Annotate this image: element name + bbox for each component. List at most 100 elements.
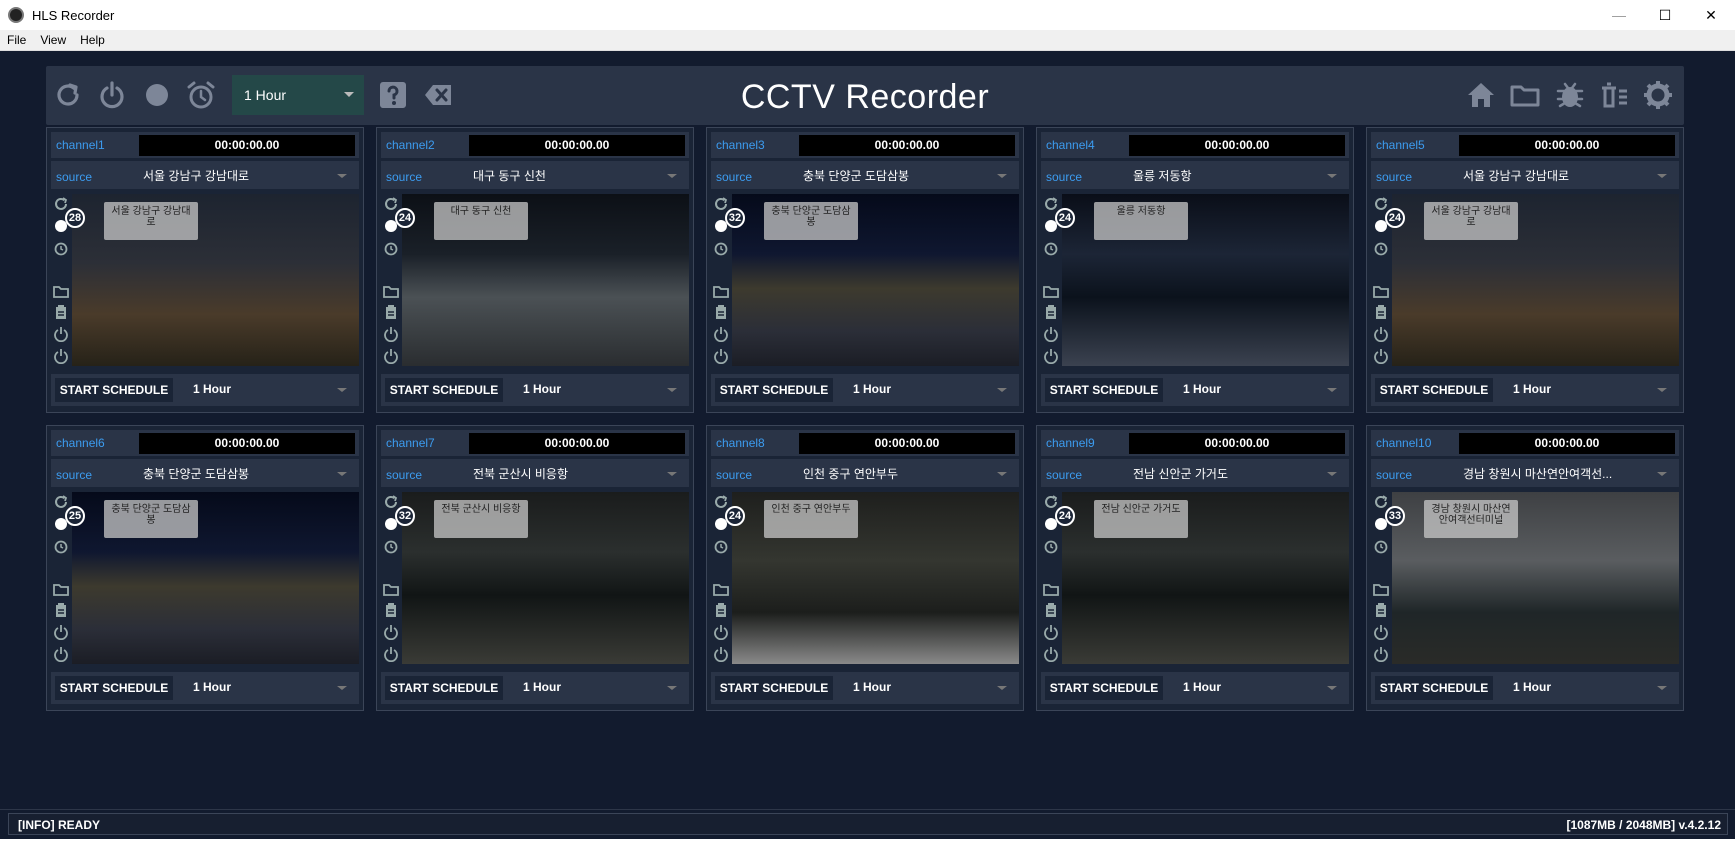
interval-select[interactable]: 1 Hour xyxy=(232,75,364,115)
start-schedule-button[interactable]: START SCHEDULE xyxy=(385,378,503,402)
folder-icon[interactable] xyxy=(1043,581,1059,597)
power-icon[interactable] xyxy=(713,646,729,663)
clipboard-icon[interactable] xyxy=(713,304,729,320)
source-select[interactable]: source 대구 동구 신천 xyxy=(381,161,689,189)
alarm-clock-icon[interactable] xyxy=(1043,240,1059,256)
alarm-clock-icon[interactable] xyxy=(1043,538,1059,554)
source-select[interactable]: source 충북 단양군 도담삼봉 xyxy=(711,161,1019,189)
power-icon[interactable] xyxy=(53,646,69,663)
power-icon[interactable] xyxy=(713,326,729,343)
schedule-select[interactable]: 1 Hour xyxy=(523,382,561,396)
schedule-select[interactable]: 1 Hour xyxy=(1513,382,1551,396)
power-icon[interactable] xyxy=(1043,326,1059,343)
source-select[interactable]: source 전북 군산시 비응항 xyxy=(381,459,689,487)
help-icon[interactable] xyxy=(377,79,409,111)
schedule-select[interactable]: 1 Hour xyxy=(1183,680,1221,694)
maximize-button[interactable]: ☐ xyxy=(1642,0,1688,30)
refresh-icon[interactable] xyxy=(713,494,729,510)
folder-icon[interactable] xyxy=(1373,581,1389,597)
alarm-clock-icon[interactable] xyxy=(383,240,399,256)
source-select[interactable]: source 전남 신안군 가거도 xyxy=(1041,459,1349,487)
settings-gear-icon[interactable] xyxy=(1642,79,1674,111)
folder-icon[interactable] xyxy=(1373,283,1389,299)
power-icon[interactable] xyxy=(383,326,399,343)
alarm-clock-icon[interactable] xyxy=(713,538,729,554)
clipboard-icon[interactable] xyxy=(1373,602,1389,618)
power-icon[interactable] xyxy=(1043,348,1059,365)
home-icon[interactable] xyxy=(1465,79,1497,111)
refresh-icon[interactable] xyxy=(1373,494,1389,510)
schedule-select[interactable]: 1 Hour xyxy=(193,382,231,396)
alarm-clock-icon[interactable] xyxy=(185,79,217,111)
close-button[interactable]: ✕ xyxy=(1688,0,1734,30)
alarm-clock-icon[interactable] xyxy=(383,538,399,554)
alarm-clock-icon[interactable] xyxy=(713,240,729,256)
source-select[interactable]: source 울릉 저동항 xyxy=(1041,161,1349,189)
power-icon[interactable] xyxy=(1373,646,1389,663)
source-select[interactable]: source 경남 창원시 마산연안여객선... xyxy=(1371,459,1679,487)
start-schedule-button[interactable]: START SCHEDULE xyxy=(715,676,833,700)
schedule-select[interactable]: 1 Hour xyxy=(193,680,231,694)
clipboard-icon[interactable] xyxy=(383,602,399,618)
power-icon[interactable] xyxy=(1373,624,1389,641)
power-icon[interactable] xyxy=(96,79,128,111)
power-icon[interactable] xyxy=(53,624,69,641)
refresh-icon[interactable] xyxy=(53,196,69,212)
clipboard-icon[interactable] xyxy=(53,304,69,320)
clipboard-icon[interactable] xyxy=(713,602,729,618)
start-schedule-button[interactable]: START SCHEDULE xyxy=(1045,378,1163,402)
bug-icon[interactable] xyxy=(1554,79,1586,111)
refresh-icon[interactable] xyxy=(383,494,399,510)
folder-icon[interactable] xyxy=(1043,283,1059,299)
refresh-icon[interactable] xyxy=(1373,196,1389,212)
power-icon[interactable] xyxy=(383,624,399,641)
menu-help[interactable]: Help xyxy=(73,33,112,47)
power-icon[interactable] xyxy=(713,348,729,365)
folder-icon[interactable] xyxy=(383,581,399,597)
clipboard-icon[interactable] xyxy=(1373,304,1389,320)
power-icon[interactable] xyxy=(383,646,399,663)
alarm-clock-icon[interactable] xyxy=(1373,240,1389,256)
folder-icon[interactable] xyxy=(713,581,729,597)
source-select[interactable]: source 인천 중구 연안부두 xyxy=(711,459,1019,487)
folder-icon[interactable] xyxy=(713,283,729,299)
refresh-icon[interactable] xyxy=(53,494,69,510)
alarm-clock-icon[interactable] xyxy=(53,240,69,256)
folder-icon[interactable] xyxy=(53,581,69,597)
refresh-icon[interactable] xyxy=(383,196,399,212)
refresh-icon[interactable] xyxy=(52,79,84,111)
menu-view[interactable]: View xyxy=(33,33,73,47)
power-icon[interactable] xyxy=(1043,646,1059,663)
folder-icon[interactable] xyxy=(53,283,69,299)
menu-file[interactable]: File xyxy=(0,33,33,47)
backspace-icon[interactable] xyxy=(422,79,454,111)
power-icon[interactable] xyxy=(1373,348,1389,365)
start-schedule-button[interactable]: START SCHEDULE xyxy=(715,378,833,402)
start-schedule-button[interactable]: START SCHEDULE xyxy=(55,676,173,700)
schedule-select[interactable]: 1 Hour xyxy=(853,680,891,694)
clipboard-icon[interactable] xyxy=(1043,304,1059,320)
trash-list-icon[interactable] xyxy=(1598,79,1630,111)
refresh-icon[interactable] xyxy=(1043,196,1059,212)
source-select[interactable]: source 서울 강남구 강남대로 xyxy=(1371,161,1679,189)
power-icon[interactable] xyxy=(1043,624,1059,641)
power-icon[interactable] xyxy=(53,326,69,343)
schedule-select[interactable]: 1 Hour xyxy=(853,382,891,396)
power-icon[interactable] xyxy=(713,624,729,641)
start-schedule-button[interactable]: START SCHEDULE xyxy=(55,378,173,402)
start-schedule-button[interactable]: START SCHEDULE xyxy=(1045,676,1163,700)
power-icon[interactable] xyxy=(53,348,69,365)
power-icon[interactable] xyxy=(383,348,399,365)
source-select[interactable]: source 서울 강남구 강남대로 xyxy=(51,161,359,189)
schedule-select[interactable]: 1 Hour xyxy=(1183,382,1221,396)
start-schedule-button[interactable]: START SCHEDULE xyxy=(1375,676,1493,700)
minimize-button[interactable]: — xyxy=(1596,0,1642,30)
folder-icon[interactable] xyxy=(1509,79,1541,111)
clipboard-icon[interactable] xyxy=(53,602,69,618)
folder-icon[interactable] xyxy=(383,283,399,299)
schedule-select[interactable]: 1 Hour xyxy=(1513,680,1551,694)
clipboard-icon[interactable] xyxy=(383,304,399,320)
alarm-clock-icon[interactable] xyxy=(1373,538,1389,554)
clipboard-icon[interactable] xyxy=(1043,602,1059,618)
refresh-icon[interactable] xyxy=(713,196,729,212)
